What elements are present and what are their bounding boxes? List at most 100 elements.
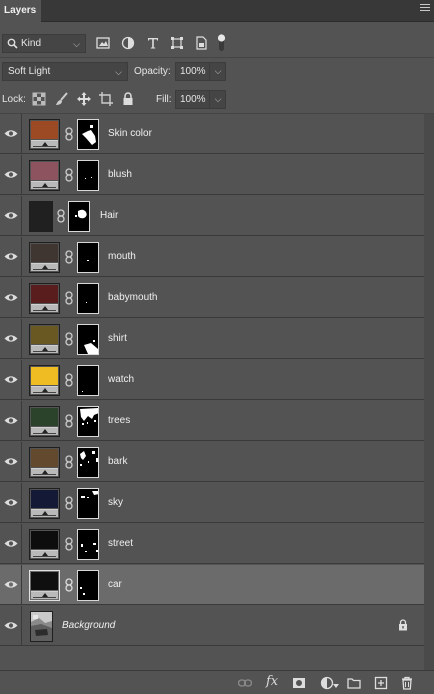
visibility-toggle[interactable] (0, 483, 22, 523)
layer-row-trees[interactable]: trees (0, 401, 424, 441)
folder-icon[interactable] (347, 676, 361, 690)
layer-row-bark[interactable]: bark (0, 442, 424, 482)
layer-row-car[interactable]: car (0, 565, 424, 605)
layer-thumbnail[interactable] (29, 283, 60, 314)
lock-icon[interactable] (398, 619, 408, 631)
shape-layer-filter-icon[interactable] (170, 36, 184, 50)
visibility-toggle[interactable] (0, 278, 22, 318)
background-thumbnail[interactable] (30, 611, 53, 642)
visibility-toggle[interactable] (0, 401, 22, 441)
link-icon[interactable] (65, 537, 73, 551)
layer-row-street[interactable]: street (0, 524, 424, 564)
visibility-toggle[interactable] (0, 196, 22, 236)
layer-row-blush[interactable]: blush (0, 155, 424, 195)
lock-transparent-pixels-icon[interactable] (32, 92, 46, 106)
chevron-down-icon[interactable]: ⌵ (209, 62, 226, 81)
link-icon[interactable] (65, 373, 73, 387)
visibility-toggle[interactable] (0, 114, 22, 154)
adjustment-layer-icon[interactable] (320, 676, 334, 690)
chevron-down-icon[interactable]: ⌵ (209, 90, 226, 109)
link-icon[interactable] (65, 414, 73, 428)
link-icon[interactable] (65, 455, 73, 469)
visibility-toggle[interactable] (0, 319, 22, 359)
layer-row-mouth[interactable]: mouth (0, 237, 424, 277)
chevron-down-icon: ⌵ (115, 67, 122, 77)
layer-mask-thumbnail[interactable] (77, 242, 99, 273)
layer-mask-thumbnail[interactable] (77, 283, 99, 314)
layer-thumbnail[interactable] (29, 570, 60, 601)
layer-thumbnail[interactable] (29, 447, 60, 478)
link-icon[interactable] (57, 209, 65, 223)
new-layer-icon[interactable] (374, 676, 388, 690)
link-icon[interactable] (65, 578, 73, 592)
type-layer-filter-icon[interactable] (146, 36, 160, 50)
visibility-toggle[interactable] (0, 606, 22, 646)
visibility-toggle[interactable] (0, 237, 22, 277)
layer-mask-thumbnail[interactable] (77, 447, 99, 478)
link-icon[interactable] (65, 496, 73, 510)
adjustment-swatch (31, 449, 58, 467)
visibility-toggle[interactable] (0, 442, 22, 482)
add-mask-icon[interactable] (292, 676, 306, 690)
layer-row-background[interactable]: Background (0, 606, 424, 646)
search-icon (7, 38, 18, 49)
lock-position-icon[interactable] (77, 92, 91, 106)
blend-row: Soft Light ⌵ Opacity: 100% ⌵ (0, 60, 434, 84)
visibility-toggle[interactable] (0, 360, 22, 400)
opacity-field[interactable]: 100% ⌵ (175, 62, 226, 81)
layer-mask-thumbnail[interactable] (77, 160, 99, 191)
layer-thumbnail[interactable] (29, 365, 60, 396)
layer-mask-thumbnail[interactable] (77, 406, 99, 437)
smart-object-filter-icon[interactable] (194, 36, 208, 50)
fx-icon[interactable]: fx (266, 674, 278, 689)
layer-row-sky[interactable]: sky (0, 483, 424, 523)
layer-thumbnail[interactable] (29, 242, 60, 273)
chevron-down-icon[interactable] (333, 684, 339, 688)
trash-icon[interactable] (400, 676, 414, 690)
layer-mask-thumbnail[interactable] (77, 324, 99, 355)
layer-mask-thumbnail[interactable] (77, 570, 99, 601)
layer-row-watch[interactable]: watch (0, 360, 424, 400)
tab-layers[interactable]: Layers (0, 0, 41, 22)
filter-toggle-icon[interactable] (217, 33, 226, 53)
layer-mask-thumbnail[interactable] (68, 201, 90, 232)
pixel-layer-filter-icon[interactable] (96, 36, 110, 50)
link-icon[interactable] (65, 332, 73, 346)
layer-thumbnail[interactable] (29, 488, 60, 519)
layer-name: babymouth (108, 292, 158, 303)
adjustment-swatch (31, 572, 58, 590)
layer-row-shirt[interactable]: shirt (0, 319, 424, 359)
layer-thumbnail[interactable] (29, 324, 60, 355)
visibility-toggle[interactable] (0, 524, 22, 564)
visibility-toggle[interactable] (0, 565, 22, 605)
blend-mode-dropdown[interactable]: Soft Light ⌵ (2, 62, 128, 81)
layer-mask-thumbnail[interactable] (77, 119, 99, 150)
link-icon[interactable] (65, 250, 73, 264)
link-layers-icon[interactable] (238, 676, 252, 690)
layer-mask-thumbnail[interactable] (77, 365, 99, 396)
layer-thumbnail[interactable] (29, 119, 60, 150)
lock-image-pixels-icon[interactable] (55, 92, 69, 106)
scrollbar[interactable] (424, 114, 434, 670)
layer-row-babymouth[interactable]: babymouth (0, 278, 424, 318)
adjustment-icon (31, 181, 58, 189)
layer-row-hair[interactable]: Hair (0, 196, 424, 236)
link-icon[interactable] (65, 127, 73, 141)
filter-kind-dropdown[interactable]: Kind ⌵ (2, 34, 86, 53)
layer-name: sky (108, 497, 123, 508)
adjustment-layer-filter-icon[interactable] (121, 36, 135, 50)
layer-thumbnail[interactable] (29, 201, 53, 232)
layer-thumbnail[interactable] (29, 406, 60, 437)
lock-artboard-icon[interactable] (99, 92, 113, 106)
link-icon[interactable] (65, 168, 73, 182)
link-icon[interactable] (65, 291, 73, 305)
panel-menu-icon[interactable] (420, 4, 430, 14)
visibility-toggle[interactable] (0, 155, 22, 195)
layer-row-skin-color[interactable]: Skin color (0, 114, 424, 154)
fill-field[interactable]: 100% ⌵ (175, 90, 226, 109)
layer-thumbnail[interactable] (29, 160, 60, 191)
layer-mask-thumbnail[interactable] (77, 529, 99, 560)
lock-all-icon[interactable] (121, 92, 135, 106)
layer-thumbnail[interactable] (29, 529, 60, 560)
layer-mask-thumbnail[interactable] (77, 488, 99, 519)
